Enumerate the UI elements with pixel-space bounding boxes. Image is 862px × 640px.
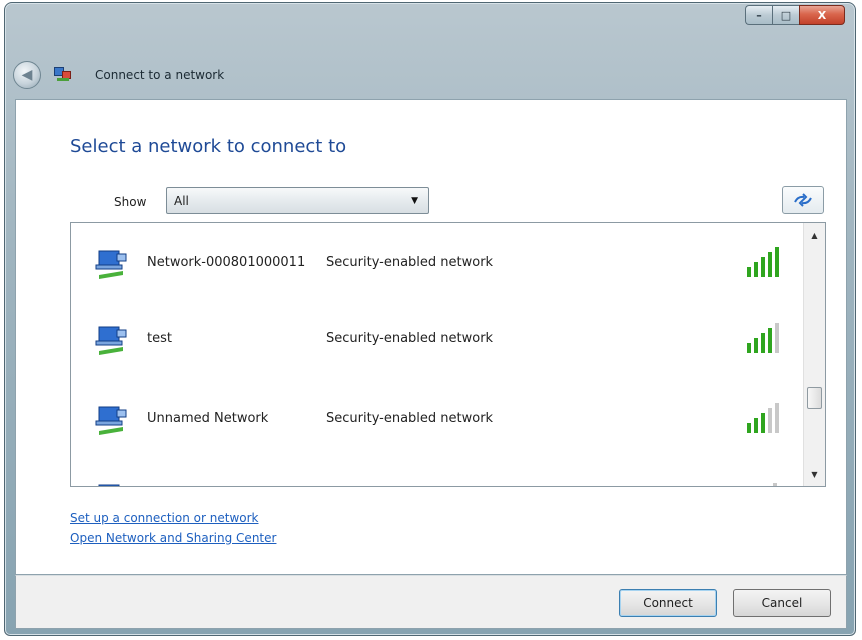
window-title: Connect to a network	[95, 68, 225, 82]
title-area: ◀ Connect to a network	[13, 55, 413, 95]
back-button[interactable]: ◀	[13, 61, 41, 89]
signal-bar	[775, 403, 779, 433]
signal-strength-icon	[747, 247, 779, 277]
dialog-window: – □ X ◀ Connect to a network Select a ne…	[4, 2, 856, 636]
dropdown-arrow-icon: ▼	[411, 195, 418, 206]
signal-bar	[754, 338, 758, 353]
signal-bar	[754, 262, 758, 277]
signal-strength-icon	[747, 403, 779, 433]
wireless-network-icon	[98, 484, 120, 486]
show-filter-value: All	[174, 193, 189, 208]
scroll-up-arrow-icon[interactable]: ▲	[804, 225, 825, 245]
maximize-button[interactable]: □	[772, 5, 799, 25]
network-list[interactable]: Network-000801000011 Security-enabled ne…	[70, 222, 826, 487]
refresh-button[interactable]	[782, 186, 824, 214]
signal-bar	[775, 323, 779, 353]
signal-bar	[747, 267, 751, 277]
signal-bar	[761, 333, 765, 353]
network-security: Security-enabled network	[326, 411, 494, 426]
network-name: Network-000801000011	[147, 255, 306, 270]
signal-bar	[747, 343, 751, 353]
signal-bar	[747, 423, 751, 433]
network-security: Security-enabled network	[326, 331, 494, 346]
refresh-icon	[794, 193, 812, 207]
wireless-network-icon	[95, 326, 127, 355]
show-filter-dropdown[interactable]: All ▼	[166, 187, 429, 214]
network-row[interactable]: Unnamed Network Security-enabled network	[71, 383, 803, 453]
dialog-footer: Connect Cancel	[15, 575, 847, 629]
network-name: test	[147, 331, 172, 346]
network-name: Unnamed Network	[147, 411, 269, 426]
page-heading: Select a network to connect to	[70, 136, 347, 157]
network-security: Security-enabled network	[326, 255, 494, 270]
close-icon: X	[817, 8, 827, 22]
signal-bar	[768, 408, 772, 433]
signal-bar	[754, 418, 758, 433]
minimize-button[interactable]: –	[745, 5, 772, 25]
signal-bar	[761, 257, 765, 277]
wireless-network-icon	[95, 250, 127, 279]
signal-bar	[768, 252, 772, 277]
links-area: Set up a connection or network Open Netw…	[70, 508, 276, 548]
signal-bar	[775, 247, 779, 277]
back-arrow-icon: ◀	[21, 67, 33, 83]
signal-strength-icon	[747, 323, 779, 353]
caption-buttons: – □ X	[745, 5, 845, 25]
network-row-partial[interactable]	[71, 461, 803, 486]
vertical-scrollbar[interactable]: ▲ ▼	[803, 223, 825, 486]
sharing-center-link[interactable]: Open Network and Sharing Center	[70, 528, 276, 548]
signal-bar	[761, 413, 765, 433]
minimize-icon: –	[756, 8, 762, 22]
setup-connection-link[interactable]: Set up a connection or network	[70, 508, 276, 528]
wireless-network-icon	[95, 406, 127, 435]
content-panel: Select a network to connect to Show All …	[15, 99, 847, 575]
close-button[interactable]: X	[799, 5, 845, 25]
scroll-down-arrow-icon[interactable]: ▼	[804, 464, 825, 484]
network-row[interactable]: Network-000801000011 Security-enabled ne…	[71, 227, 803, 297]
connect-button[interactable]: Connect	[619, 589, 717, 617]
scrollbar-thumb[interactable]	[807, 387, 822, 409]
network-row[interactable]: test Security-enabled network	[71, 303, 803, 373]
show-label: Show	[114, 195, 147, 209]
signal-bar	[768, 328, 772, 353]
cancel-button[interactable]: Cancel	[733, 589, 831, 617]
maximize-icon: □	[780, 8, 792, 22]
signal-strength-icon	[773, 483, 777, 486]
network-app-icon	[53, 65, 73, 85]
